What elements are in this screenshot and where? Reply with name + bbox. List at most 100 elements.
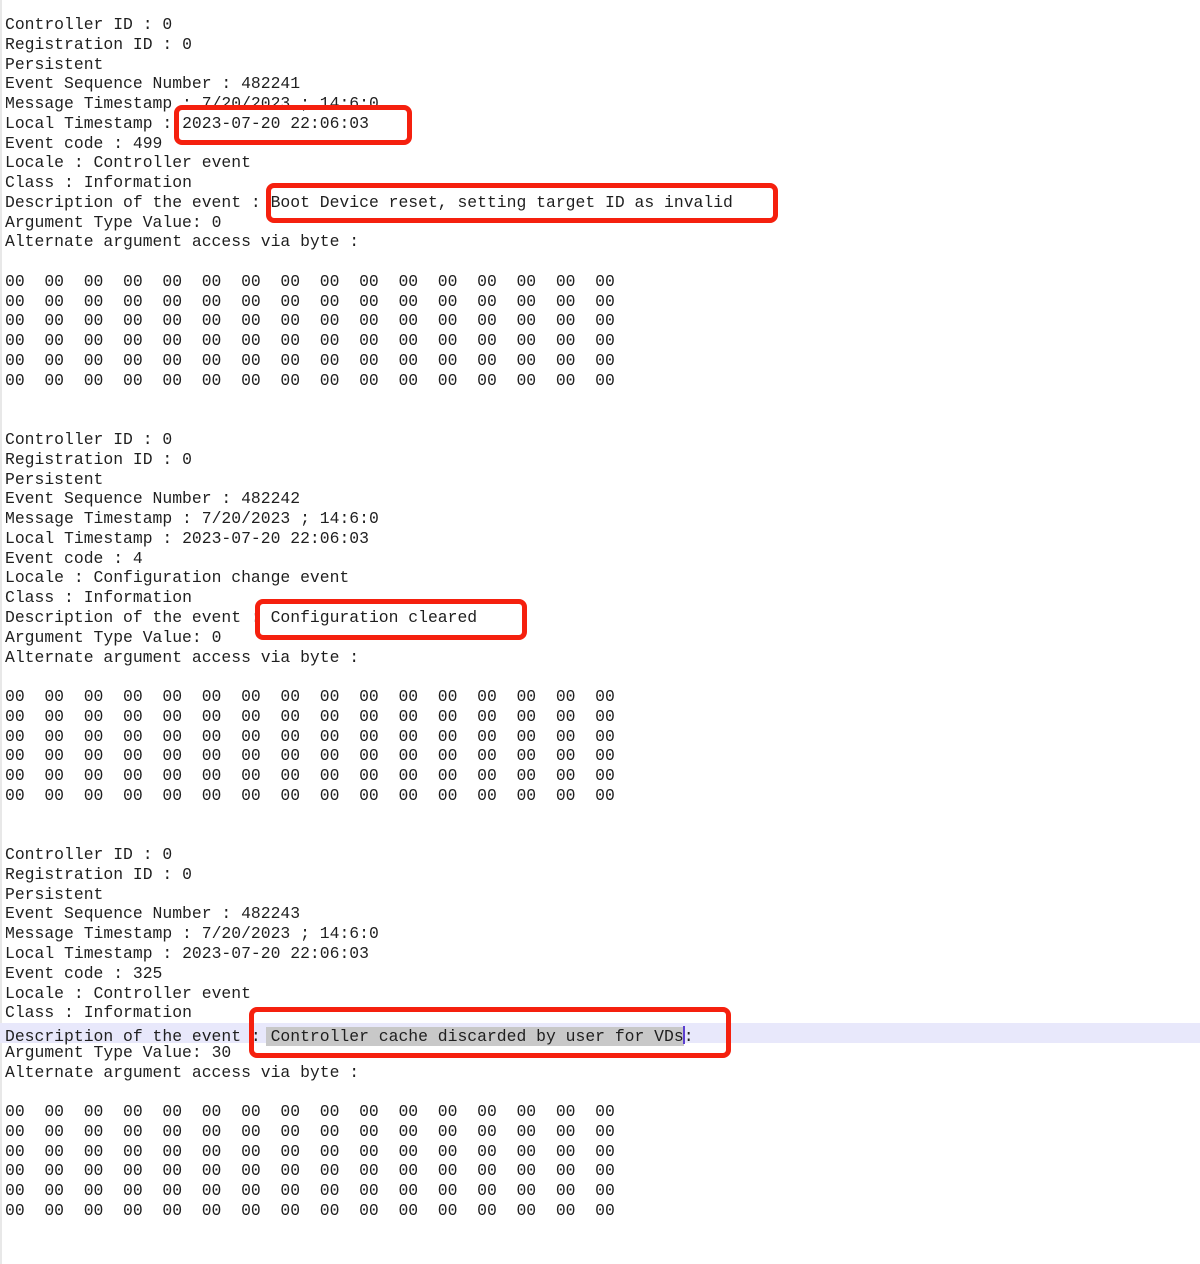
log-line: 00 00 00 00 00 00 00 00 00 00 00 00 00 0…: [0, 1201, 1200, 1221]
log-line: [0, 391, 1200, 411]
log-line: Message Timestamp : 7/20/2023 ; 14:6:0: [0, 94, 1200, 114]
log-line: Message Timestamp : 7/20/2023 ; 14:6:0: [0, 924, 1200, 944]
log-line: [0, 1240, 1200, 1260]
hex-row: 00 00 00 00 00 00 00 00 00 00 00 00 00 0…: [5, 1201, 615, 1220]
field-label: Local Timestamp :: [5, 114, 182, 133]
field-value: Persistent: [5, 55, 103, 74]
log-line: Persistent: [0, 55, 1200, 75]
field-value: Controller event: [94, 153, 251, 172]
log-line: Class : Information: [0, 588, 1200, 608]
text-caret: [683, 1026, 685, 1044]
log-line: Local Timestamp : 2023-07-20 22:06:03: [0, 529, 1200, 549]
log-line: [0, 806, 1200, 826]
event-description: Boot Device reset, setting target ID as …: [271, 193, 733, 212]
field-label: Event code :: [5, 549, 133, 568]
field-label: Local Timestamp :: [5, 944, 182, 963]
log-line: 00 00 00 00 00 00 00 00 00 00 00 00 00 0…: [0, 1102, 1200, 1122]
log-line: Event code : 499: [0, 134, 1200, 154]
log-line: Locale : Controller event: [0, 153, 1200, 173]
field-label: Class :: [5, 588, 84, 607]
log-line: 00 00 00 00 00 00 00 00 00 00 00 00 00 0…: [0, 331, 1200, 351]
field-value: 2023-07-20 22:06:03: [182, 944, 369, 963]
log-line: 00 00 00 00 00 00 00 00 00 00 00 00 00 0…: [0, 786, 1200, 806]
log-line: Persistent: [0, 470, 1200, 490]
field-label: Locale :: [5, 984, 94, 1003]
log-line: Controller ID : 0: [0, 430, 1200, 450]
field-label: Argument Type Value:: [5, 628, 212, 647]
field-value: 0: [162, 430, 172, 449]
hex-row: 00 00 00 00 00 00 00 00 00 00 00 00 00 0…: [5, 292, 615, 311]
field-value: 482242: [241, 489, 300, 508]
field-label: Message Timestamp :: [5, 509, 202, 528]
log-line: Event Sequence Number : 482241: [0, 74, 1200, 94]
field-label: Event Sequence Number :: [5, 74, 241, 93]
field-label: Argument Type Value:: [5, 1043, 212, 1062]
log-line: 00 00 00 00 00 00 00 00 00 00 00 00 00 0…: [0, 351, 1200, 371]
log-line: Event Sequence Number : 482242: [0, 489, 1200, 509]
log-line: 00 00 00 00 00 00 00 00 00 00 00 00 00 0…: [0, 727, 1200, 747]
log-line: Argument Type Value: 0: [0, 213, 1200, 233]
log-line: 00 00 00 00 00 00 00 00 00 00 00 00 00 0…: [0, 371, 1200, 391]
log-line: 00 00 00 00 00 00 00 00 00 00 00 00 00 0…: [0, 687, 1200, 707]
field-value: 482241: [241, 74, 300, 93]
field-label: Registration ID :: [5, 450, 182, 469]
log-line: [0, 252, 1200, 272]
field-value: Configuration change event: [94, 568, 350, 587]
hex-row: 00 00 00 00 00 00 00 00 00 00 00 00 00 0…: [5, 687, 615, 706]
hex-row: 00 00 00 00 00 00 00 00 00 00 00 00 00 0…: [5, 311, 615, 330]
hex-row: 00 00 00 00 00 00 00 00 00 00 00 00 00 0…: [5, 1142, 615, 1161]
log-line: 00 00 00 00 00 00 00 00 00 00 00 00 00 0…: [0, 1181, 1200, 1201]
hex-row: 00 00 00 00 00 00 00 00 00 00 00 00 00 0…: [5, 707, 615, 726]
log-line: Event code : 4: [0, 549, 1200, 569]
field-value: 0: [212, 213, 222, 232]
field-label: Local Timestamp :: [5, 529, 182, 548]
event-log-text[interactable]: Controller ID : 0Registration ID : 0Pers…: [0, 15, 1200, 1260]
log-line: 00 00 00 00 00 00 00 00 00 00 00 00 00 0…: [0, 746, 1200, 766]
log-line: Argument Type Value: 0: [0, 628, 1200, 648]
field-value: Information: [84, 1003, 192, 1022]
event-description[interactable]: Controller cache discarded by user for V…: [266, 1027, 684, 1046]
field-label: Controller ID :: [5, 845, 162, 864]
field-value: 7/20/2023 ; 14:6:0: [202, 924, 379, 943]
hex-row: 00 00 00 00 00 00 00 00 00 00 00 00 00 0…: [5, 786, 615, 805]
log-line: Event code : 325: [0, 964, 1200, 984]
log-line: Controller ID : 0: [0, 845, 1200, 865]
field-value: 482243: [241, 904, 300, 923]
field-label: Event code :: [5, 964, 133, 983]
field-label: Class :: [5, 1003, 84, 1022]
event-description: Configuration cleared: [271, 608, 478, 627]
field-label: Description of the event :: [5, 608, 271, 627]
log-line: Event Sequence Number : 482243: [0, 904, 1200, 924]
field-value: 7/20/2023 ; 14:6:0: [202, 509, 379, 528]
field-label: Alternate argument access via byte :: [5, 232, 359, 251]
log-line: [0, 1082, 1200, 1102]
log-line: 00 00 00 00 00 00 00 00 00 00 00 00 00 0…: [0, 1161, 1200, 1181]
hex-row: 00 00 00 00 00 00 00 00 00 00 00 00 00 0…: [5, 1181, 615, 1200]
log-line: Class : Information: [0, 173, 1200, 193]
hex-row: 00 00 00 00 00 00 00 00 00 00 00 00 00 0…: [5, 331, 615, 350]
field-value: Information: [84, 173, 192, 192]
field-value: 30: [212, 1043, 232, 1062]
hex-row: 00 00 00 00 00 00 00 00 00 00 00 00 00 0…: [5, 1161, 615, 1180]
log-line: [0, 1221, 1200, 1241]
log-line: Controller ID : 0: [0, 15, 1200, 35]
field-label: Argument Type Value:: [5, 213, 212, 232]
field-value: 499: [133, 134, 163, 153]
field-label: Class :: [5, 173, 84, 192]
hex-row: 00 00 00 00 00 00 00 00 00 00 00 00 00 0…: [5, 1122, 615, 1141]
description-suffix: :: [684, 1027, 694, 1046]
field-value: 0: [162, 15, 172, 34]
log-line: 00 00 00 00 00 00 00 00 00 00 00 00 00 0…: [0, 292, 1200, 312]
hex-row: 00 00 00 00 00 00 00 00 00 00 00 00 00 0…: [5, 272, 615, 291]
field-value: 0: [182, 865, 192, 884]
hex-row: 00 00 00 00 00 00 00 00 00 00 00 00 00 0…: [5, 371, 615, 390]
hex-row: 00 00 00 00 00 00 00 00 00 00 00 00 00 0…: [5, 351, 615, 370]
log-line: Local Timestamp : 2023-07-20 22:06:03: [0, 114, 1200, 134]
log-line: Registration ID : 0: [0, 450, 1200, 470]
field-label: Alternate argument access via byte :: [5, 1063, 359, 1082]
field-label: Controller ID :: [5, 15, 162, 34]
log-line: [0, 825, 1200, 845]
field-label: Description of the event :: [5, 193, 271, 212]
log-line: [0, 667, 1200, 687]
log-line: Registration ID : 0: [0, 35, 1200, 55]
